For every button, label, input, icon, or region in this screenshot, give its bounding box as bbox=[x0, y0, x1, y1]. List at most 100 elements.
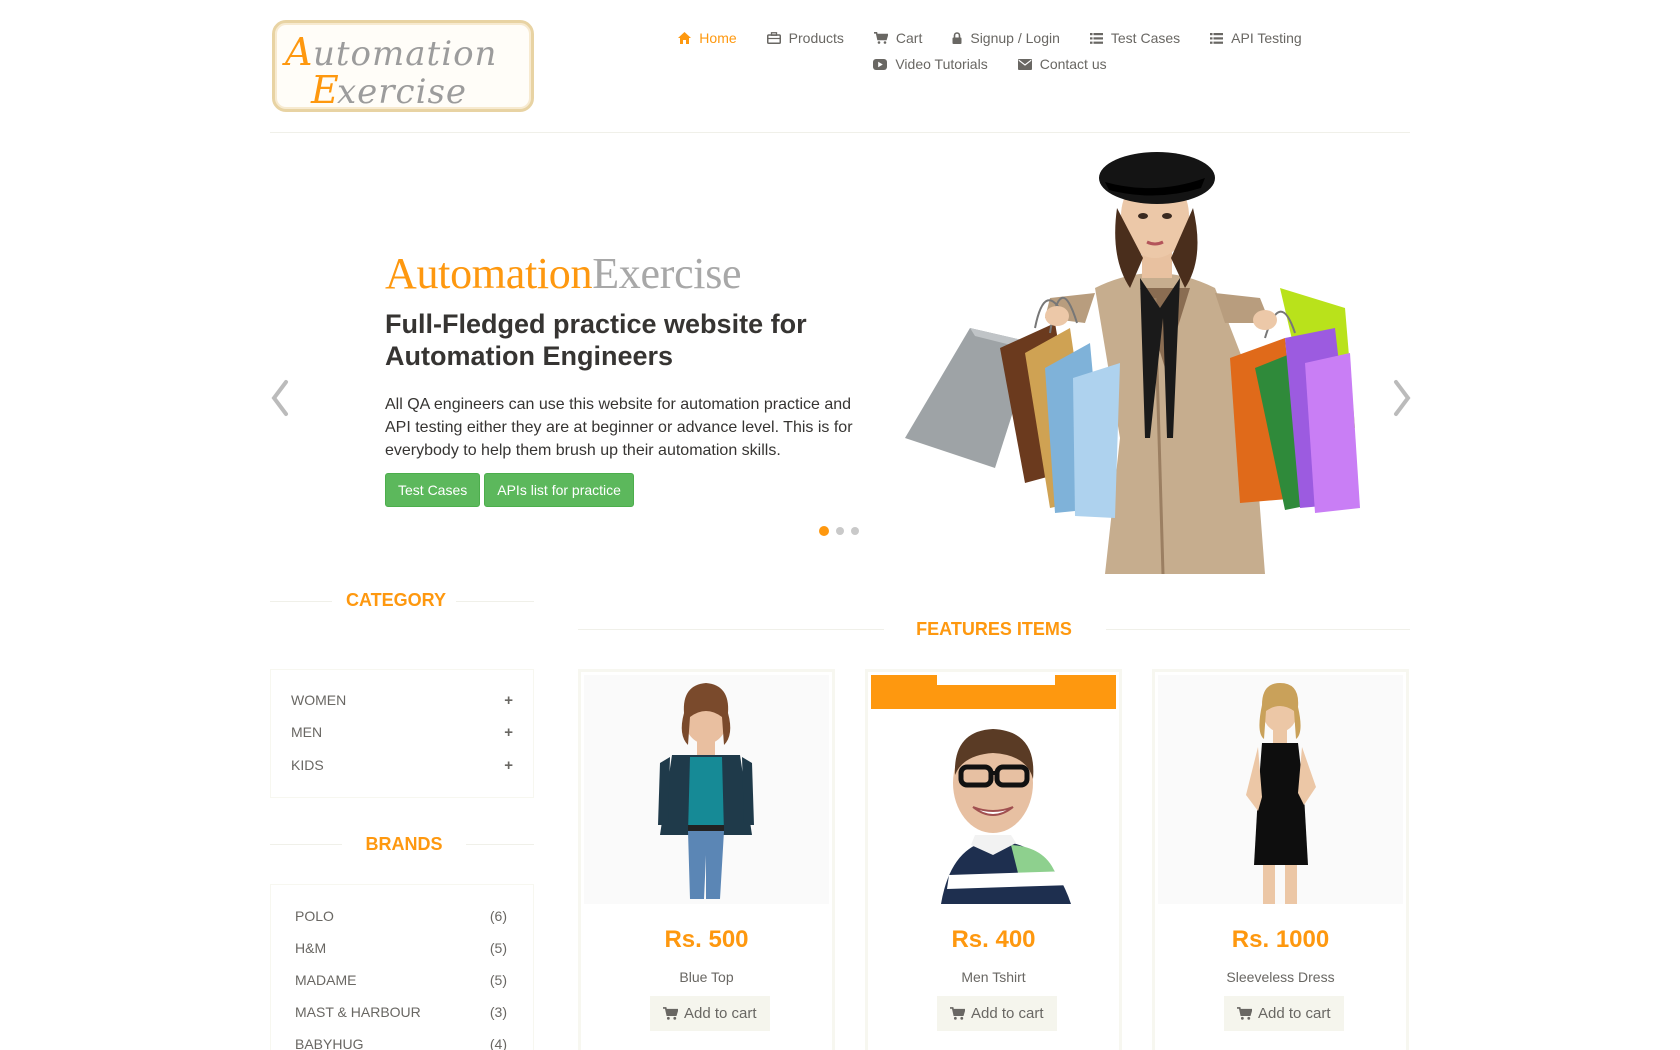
brand-count: (3) bbox=[489, 1004, 507, 1020]
nav-cart[interactable]: Cart bbox=[873, 30, 923, 46]
brand-name: H&M bbox=[295, 940, 327, 956]
nav-video-tutorials-label: Video Tutorials bbox=[895, 56, 988, 72]
add-to-cart-button[interactable]: Add to cart bbox=[1224, 996, 1344, 1031]
brand-name: MAST & HARBOUR bbox=[295, 1004, 421, 1020]
product-card: Rs. 1000 Sleeveless Dress Add to cart bbox=[1152, 669, 1409, 1050]
add-to-cart-label: Add to cart bbox=[971, 1005, 1044, 1022]
product-card: Rs. 400 Men Tshirt Add to cart bbox=[865, 669, 1122, 1050]
nav-products[interactable]: Products bbox=[766, 30, 844, 46]
category-title: Category bbox=[345, 590, 446, 610]
slider-dot-3[interactable] bbox=[851, 527, 859, 535]
product-name: Blue Top bbox=[679, 969, 734, 985]
plus-icon[interactable]: + bbox=[504, 757, 513, 774]
product-image-men-tshirt bbox=[871, 675, 1116, 904]
features-title-line-left bbox=[578, 629, 884, 630]
brand-count: (4) bbox=[489, 1036, 507, 1050]
brand-name: POLO bbox=[295, 908, 334, 924]
features-title: Features Items bbox=[916, 619, 1072, 639]
product-price: Rs. 400 bbox=[951, 926, 1036, 953]
category-item-women[interactable]: Women + bbox=[291, 692, 513, 709]
category-title-line-left bbox=[270, 601, 332, 602]
nav-api-testing-label: API Testing bbox=[1231, 30, 1302, 46]
brand-item-mast-harbour[interactable]: MAST & HARBOUR (3) bbox=[295, 1004, 507, 1020]
svg-text:xercise: xercise bbox=[337, 72, 467, 109]
category-panel: Women + Men + Kids + bbox=[270, 669, 534, 798]
brand-name: MADAME bbox=[295, 972, 357, 988]
plus-icon[interactable]: + bbox=[504, 724, 513, 741]
header-divider bbox=[270, 132, 1410, 133]
test-cases-button[interactable]: Test Cases bbox=[385, 473, 481, 507]
nav-contact-us-label: Contact us bbox=[1039, 56, 1107, 72]
brand-item-madame[interactable]: MADAME (5) bbox=[295, 972, 507, 988]
slider-brand-part-1: Automation bbox=[385, 249, 593, 298]
slider-heading: Full-Fledged practice website for Automa… bbox=[385, 309, 807, 371]
cart-icon bbox=[950, 1007, 965, 1020]
brand-count: (6) bbox=[489, 908, 507, 924]
lock-icon bbox=[952, 32, 962, 44]
brand-count: (5) bbox=[489, 972, 507, 988]
product-card: Rs. 500 Blue Top Add to cart bbox=[578, 669, 835, 1050]
nav-signup-login[interactable]: Signup / Login bbox=[952, 30, 1060, 46]
add-to-cart-button[interactable]: Add to cart bbox=[650, 996, 770, 1031]
features-title-line-right bbox=[1106, 629, 1410, 630]
chevron-left-icon bbox=[271, 380, 288, 416]
slider-description: All QA engineers can use this website fo… bbox=[385, 396, 853, 459]
list-icon bbox=[1089, 32, 1103, 44]
briefcase-icon bbox=[766, 32, 781, 44]
svg-text:utomation: utomation bbox=[313, 34, 497, 74]
slider-brand-part-2: Exercise bbox=[592, 249, 742, 298]
apis-list-button[interactable]: APIs list for practice bbox=[484, 473, 634, 507]
add-to-cart-button[interactable]: Add to cart bbox=[937, 996, 1057, 1031]
brand-item-babyhug[interactable]: BABYHUG (4) bbox=[295, 1036, 507, 1050]
plus-icon[interactable]: + bbox=[504, 692, 513, 709]
brand-name: BABYHUG bbox=[295, 1036, 364, 1050]
nav-video-tutorials[interactable]: Video Tutorials bbox=[873, 56, 988, 72]
nav-api-testing[interactable]: API Testing bbox=[1210, 30, 1302, 46]
nav-home[interactable]: Home bbox=[678, 30, 737, 46]
product-price: Rs. 500 bbox=[664, 926, 749, 953]
category-title-line-right bbox=[456, 601, 534, 602]
hero-shopping-girl-image bbox=[905, 138, 1395, 575]
cart-icon bbox=[873, 32, 888, 44]
svg-text:E: E bbox=[310, 68, 339, 109]
product-price: Rs. 1000 bbox=[1231, 926, 1330, 953]
nav-test-cases[interactable]: Test Cases bbox=[1089, 30, 1181, 46]
brands-title-line-left bbox=[270, 844, 342, 845]
brand-item-polo[interactable]: POLO (6) bbox=[295, 908, 507, 924]
nav-test-cases-label: Test Cases bbox=[1110, 30, 1181, 46]
brands-title: Brands bbox=[365, 834, 443, 854]
brands-panel: POLO (6) H&M (5) MADAME (5) MAST & HARBO… bbox=[270, 884, 534, 1050]
slider-dot-1[interactable] bbox=[819, 526, 829, 536]
slider-prev-button[interactable] bbox=[268, 378, 296, 418]
nav-home-label: Home bbox=[699, 30, 737, 46]
envelope-icon bbox=[1017, 58, 1032, 70]
product-name: Sleeveless Dress bbox=[1226, 969, 1335, 985]
brands-title-line-right bbox=[466, 844, 534, 845]
category-item-kids[interactable]: Kids + bbox=[291, 757, 513, 774]
brand-count: (5) bbox=[489, 940, 507, 956]
slider-buttons: Test Cases APIs list for practice bbox=[385, 473, 634, 507]
nav-signup-login-label: Signup / Login bbox=[970, 30, 1060, 46]
site-logo[interactable]: A utomation E xercise bbox=[272, 20, 534, 112]
category-item-men[interactable]: Men + bbox=[291, 724, 513, 741]
slider-indicators bbox=[819, 526, 859, 536]
slider-brand-title: AutomationExercise bbox=[385, 248, 742, 299]
category-label: Kids bbox=[291, 757, 324, 773]
cart-icon bbox=[1237, 1007, 1252, 1020]
list-icon bbox=[1210, 32, 1224, 44]
brand-item-hm[interactable]: H&M (5) bbox=[295, 940, 507, 956]
product-name: Men Tshirt bbox=[961, 969, 1026, 985]
cart-icon bbox=[663, 1007, 678, 1020]
category-label: Men bbox=[291, 724, 323, 740]
nav-cart-label: Cart bbox=[895, 30, 923, 46]
nav-contact-us[interactable]: Contact us bbox=[1017, 56, 1107, 72]
slider-dot-2[interactable] bbox=[836, 527, 844, 535]
nav-products-label: Products bbox=[788, 30, 844, 46]
add-to-cart-label: Add to cart bbox=[1258, 1005, 1331, 1022]
main-nav: Home Products Cart Signup / Login Test C… bbox=[640, 30, 1340, 82]
product-image-sleeveless-dress bbox=[1158, 675, 1403, 904]
svg-text:A: A bbox=[282, 30, 312, 74]
youtube-play-icon bbox=[873, 58, 888, 70]
category-label: Women bbox=[291, 692, 347, 708]
add-to-cart-label: Add to cart bbox=[684, 1005, 757, 1022]
